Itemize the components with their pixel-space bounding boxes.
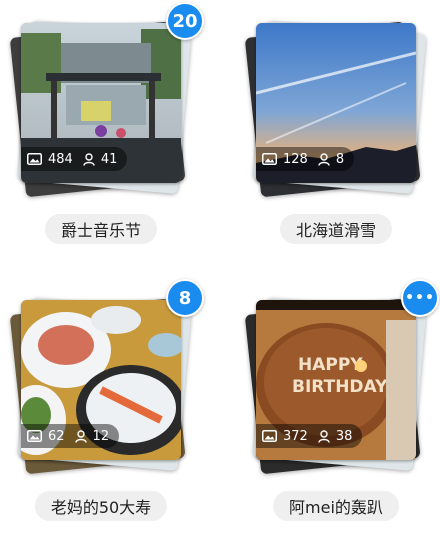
album-title[interactable]: 爵士音乐节 <box>44 214 158 244</box>
svg-text:HAPPY: HAPPY <box>298 355 363 375</box>
new-count-badge: 20 <box>166 2 204 40</box>
album-stats: 128 8 <box>256 147 355 171</box>
member-count: 38 <box>335 428 353 444</box>
album-stack[interactable]: 128 8 <box>244 20 427 198</box>
album-stats: 484 41 <box>21 147 128 171</box>
album-stack[interactable]: 62 12 <box>9 297 192 475</box>
album-stack[interactable]: HAPPY BIRTHDAY 372 38 <box>244 297 427 475</box>
image-icon <box>27 430 42 442</box>
image-icon <box>262 153 277 165</box>
person-icon <box>318 152 330 166</box>
member-count: 8 <box>335 151 345 167</box>
photo-count: 372 <box>283 428 308 444</box>
album-card[interactable]: HAPPY BIRTHDAY 372 38 ••• 阿mei的轰趴 <box>235 277 439 537</box>
album-title[interactable]: 北海道滑雪 <box>279 214 393 244</box>
image-icon <box>262 430 277 442</box>
album-stats: 372 38 <box>256 424 363 448</box>
person-icon <box>74 429 87 443</box>
album-card[interactable]: 128 8 北海道滑雪 <box>235 0 435 260</box>
album-title[interactable]: 阿mei的轰趴 <box>273 491 399 521</box>
more-dots-icon[interactable]: ••• <box>401 279 439 317</box>
album-card[interactable]: 484 41 20 爵士音乐节 <box>0 0 204 260</box>
person-icon <box>318 429 330 443</box>
photo-count: 484 <box>48 151 73 167</box>
svg-text:BIRTHDAY: BIRTHDAY <box>292 377 388 397</box>
album-stack[interactable]: 484 41 <box>9 20 192 198</box>
image-icon <box>27 153 42 165</box>
album-stats: 62 12 <box>21 424 120 448</box>
photo-count: 62 <box>48 428 65 444</box>
member-count: 41 <box>100 151 118 167</box>
album-card[interactable]: 62 12 8 老妈的50大寿 <box>0 277 204 537</box>
photo-count: 128 <box>283 151 308 167</box>
member-count: 12 <box>92 428 110 444</box>
new-count-badge: 8 <box>166 279 204 317</box>
person-icon <box>83 152 95 166</box>
album-title[interactable]: 老妈的50大寿 <box>34 491 168 521</box>
